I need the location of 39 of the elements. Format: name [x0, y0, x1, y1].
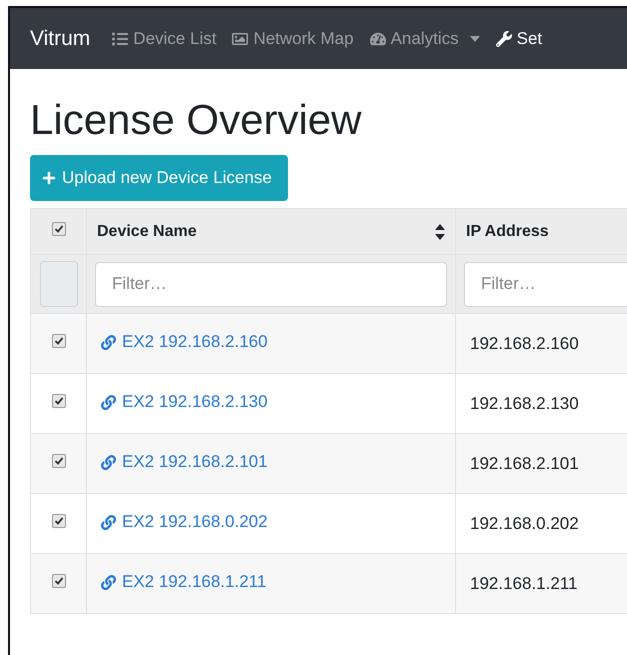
link-icon: [101, 454, 116, 470]
nav-link[interactable]: Device List: [112, 28, 216, 48]
link-icon: [101, 334, 116, 350]
image-icon: [232, 30, 248, 46]
checkbox[interactable]: [52, 574, 66, 588]
gauge-icon: [370, 30, 386, 46]
checkbox[interactable]: [52, 454, 66, 468]
nav-link[interactable]: Network Map: [232, 28, 354, 48]
checkbox[interactable]: [52, 334, 66, 348]
device-link[interactable]: EX2 192.168.2.160: [101, 332, 268, 352]
checkbox[interactable]: [52, 394, 66, 408]
device-link[interactable]: EX2 192.168.0.202: [101, 512, 268, 532]
ip-address: 192.168.2.160: [470, 334, 579, 353]
device-link[interactable]: EX2 192.168.1.211: [101, 572, 266, 592]
wrench-icon: [496, 30, 512, 46]
filter-checkbox[interactable]: [40, 261, 78, 308]
sort-icon[interactable]: [435, 224, 445, 240]
ip-address: 192.168.1.211: [470, 574, 578, 593]
device-link[interactable]: EX2 192.168.2.130: [101, 392, 268, 412]
column-header: IP Address: [466, 222, 549, 241]
nav-link[interactable]: Analytics: [370, 28, 480, 48]
ip-address: 192.168.0.202: [470, 514, 579, 533]
checkbox[interactable]: [52, 514, 66, 528]
list-icon: [112, 30, 128, 46]
filter-field[interactable]: Filter…: [95, 262, 447, 307]
link-icon: [101, 574, 116, 590]
link-icon: [101, 514, 116, 530]
ip-address: 192.168.2.101: [470, 454, 579, 473]
brand[interactable]: Vitrum: [30, 26, 90, 50]
page-title: License Overview: [30, 97, 362, 144]
column-header: Device Name: [97, 222, 197, 241]
plus-icon: [42, 171, 56, 186]
checkbox[interactable]: [52, 222, 66, 236]
ip-address: 192.168.2.130: [470, 394, 579, 413]
filter-field[interactable]: Filter…: [464, 262, 627, 307]
nav-link[interactable]: Set: [496, 28, 542, 48]
link-icon: [101, 394, 116, 410]
upload-button[interactable]: Upload new Device License: [30, 155, 288, 202]
device-link[interactable]: EX2 192.168.2.101: [101, 452, 268, 472]
